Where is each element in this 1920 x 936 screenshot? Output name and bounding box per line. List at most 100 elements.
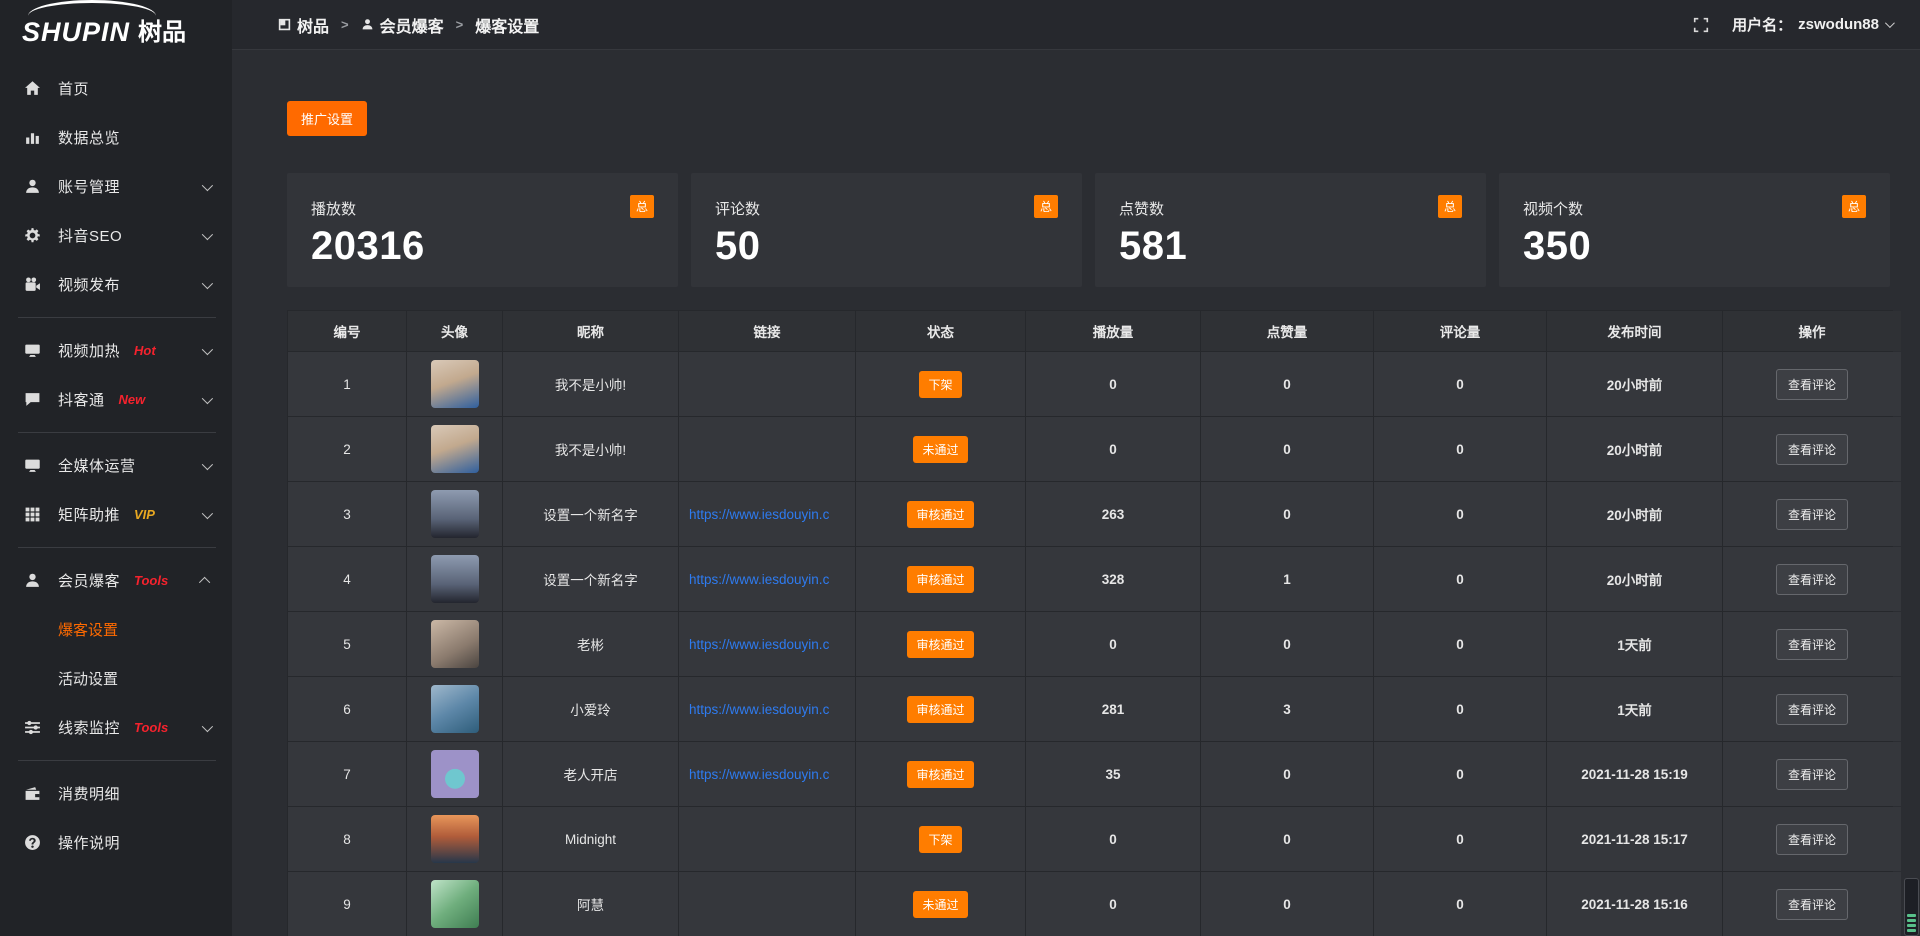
link-cell: https://www.iesdouyin.c	[679, 612, 855, 676]
likes-cell: 0	[1201, 482, 1373, 546]
user-menu[interactable]: 用户名： zswodun88	[1732, 14, 1892, 35]
avatar	[431, 555, 479, 603]
comments-cell: 0	[1374, 872, 1546, 936]
video-link[interactable]: https://www.iesdouyin.c	[689, 702, 829, 717]
breadcrumb-item-shupin[interactable]: 树品	[278, 13, 329, 37]
sidebar-item-douyin-seo[interactable]: 抖音SEO	[0, 211, 232, 260]
menu-divider	[18, 547, 216, 548]
sidebar-item-matrix-boost[interactable]: 矩阵助推 VIP	[0, 490, 232, 539]
avatar-cell	[407, 482, 502, 546]
sidebar-item-video-publish[interactable]: 视频发布	[0, 260, 232, 309]
link-cell: https://www.iesdouyin.c	[679, 482, 855, 546]
chevron-up-icon	[199, 576, 210, 587]
likes-cell: 3	[1201, 677, 1373, 741]
sidebar-item-tag: Tools	[134, 720, 168, 735]
publish-time-cell: 20小时前	[1547, 482, 1722, 546]
app-logo[interactable]: SHUPIN 树品	[0, 0, 232, 50]
plays-cell: 0	[1026, 612, 1200, 676]
stat-card: 评论数 50 总	[691, 173, 1082, 287]
sidebar-item-clue-monitor[interactable]: 线索监控 Tools	[0, 703, 232, 752]
promo-settings-button[interactable]: 推广设置	[287, 101, 367, 136]
sidebar-item-omni-media[interactable]: 全媒体运营	[0, 441, 232, 490]
breadcrumb-item-baoke-settings[interactable]: 爆客设置	[475, 13, 539, 37]
sidebar-subitem-activity-settings[interactable]: 活动设置	[0, 654, 232, 703]
sidebar-item-label: 抖音SEO	[58, 225, 122, 246]
status-badge: 审核通过	[907, 631, 973, 658]
table-row: 2我不是小帅!未通过00020小时前查看评论	[288, 417, 1892, 481]
monitor-icon	[24, 342, 41, 359]
avatar-cell	[407, 807, 502, 871]
view-comments-button[interactable]: 查看评论	[1776, 434, 1848, 465]
row-id-cell: 2	[288, 417, 406, 481]
video-link[interactable]: https://www.iesdouyin.c	[689, 572, 829, 587]
plays-cell: 0	[1026, 417, 1200, 481]
comments-cell: 0	[1374, 547, 1546, 611]
stat-label: 播放数	[311, 198, 654, 219]
stats-row: 播放数 20316 总 评论数 50 总 点赞数 581 总 视频个数 350 …	[287, 173, 1893, 287]
status-badge: 未通过	[913, 891, 967, 918]
widget-bar	[1907, 914, 1916, 917]
table-row: 9阿慧未通过0002021-11-28 15:16查看评论	[288, 872, 1892, 936]
status-badge: 审核通过	[907, 761, 973, 788]
view-comments-button[interactable]: 查看评论	[1776, 369, 1848, 400]
sidebar-item-video-heating[interactable]: 视频加热 Hot	[0, 326, 232, 375]
plays-cell: 0	[1026, 352, 1200, 416]
view-comments-button[interactable]: 查看评论	[1776, 824, 1848, 855]
view-comments-button[interactable]: 查看评论	[1776, 499, 1848, 530]
sidebar: SHUPIN 树品 首页 数据总览 账号管理 抖音SEO 视频发布 视频加热	[0, 0, 232, 936]
sidebar-subitem-baoke-settings[interactable]: 爆客设置	[0, 605, 232, 654]
sidebar-item-label: 消费明细	[58, 783, 120, 804]
sidebar-item-tag: New	[119, 392, 146, 407]
row-id-cell: 7	[288, 742, 406, 806]
user-icon	[24, 178, 41, 195]
view-comments-button[interactable]: 查看评论	[1776, 564, 1848, 595]
column-header: 昵称	[503, 311, 678, 351]
breadcrumb-item-member-baoke[interactable]: 会员爆客	[361, 13, 444, 37]
wallet-icon	[24, 785, 41, 802]
video-link[interactable]: https://www.iesdouyin.c	[689, 507, 829, 522]
sidebar-item-operation-guide[interactable]: 操作说明	[0, 818, 232, 867]
column-header: 状态	[856, 311, 1025, 351]
floating-widget[interactable]	[1904, 878, 1919, 936]
sidebar-item-consumption-detail[interactable]: 消费明细	[0, 769, 232, 818]
publish-time-cell: 2021-11-28 15:17	[1547, 807, 1722, 871]
stat-card: 视频个数 350 总	[1499, 173, 1890, 287]
sliders-icon	[24, 719, 41, 736]
sidebar-item-member-baoke[interactable]: 会员爆客 Tools	[0, 556, 232, 605]
table-row: 8Midnight下架0002021-11-28 15:17查看评论	[288, 807, 1892, 871]
sidebar-item-home[interactable]: 首页	[0, 64, 232, 113]
link-cell: https://www.iesdouyin.c	[679, 547, 855, 611]
comments-cell: 0	[1374, 677, 1546, 741]
status-badge: 审核通过	[907, 696, 973, 723]
breadcrumb-label: 会员爆客	[380, 13, 444, 37]
sidebar-item-douketong[interactable]: 抖客通 New	[0, 375, 232, 424]
table-row: 1我不是小帅!下架00020小时前查看评论	[288, 352, 1892, 416]
view-comments-button[interactable]: 查看评论	[1776, 694, 1848, 725]
sidebar-item-account-management[interactable]: 账号管理	[0, 162, 232, 211]
view-comments-button[interactable]: 查看评论	[1776, 759, 1848, 790]
menu-divider	[18, 317, 216, 318]
sidebar-item-data-overview[interactable]: 数据总览	[0, 113, 232, 162]
status-cell: 审核通过	[856, 612, 1025, 676]
publish-time-cell: 1天前	[1547, 677, 1722, 741]
row-id-cell: 6	[288, 677, 406, 741]
fullscreen-icon[interactable]	[1692, 16, 1710, 34]
publish-time-cell: 20小时前	[1547, 547, 1722, 611]
view-comments-button[interactable]: 查看评论	[1776, 889, 1848, 920]
stat-value: 581	[1119, 224, 1462, 269]
videos-table: 编号头像昵称链接状态播放量点赞量评论量发布时间操作 1我不是小帅!下架00020…	[287, 310, 1893, 936]
column-header: 头像	[407, 311, 502, 351]
table-row: 3设置一个新名字https://www.iesdouyin.c审核通过26300…	[288, 482, 1892, 546]
stat-total-badge: 总	[1034, 195, 1058, 218]
likes-cell: 0	[1201, 742, 1373, 806]
video-link[interactable]: https://www.iesdouyin.c	[689, 767, 829, 782]
avatar-cell	[407, 612, 502, 676]
table-body: 1我不是小帅!下架00020小时前查看评论2我不是小帅!未通过00020小时前查…	[288, 352, 1892, 936]
video-link[interactable]: https://www.iesdouyin.c	[689, 637, 829, 652]
table-row: 7老人开店https://www.iesdouyin.c审核通过35002021…	[288, 742, 1892, 806]
avatar	[431, 815, 479, 863]
user-icon	[24, 572, 41, 589]
view-comments-button[interactable]: 查看评论	[1776, 629, 1848, 660]
avatar	[431, 425, 479, 473]
stat-total-badge: 总	[1842, 195, 1866, 218]
